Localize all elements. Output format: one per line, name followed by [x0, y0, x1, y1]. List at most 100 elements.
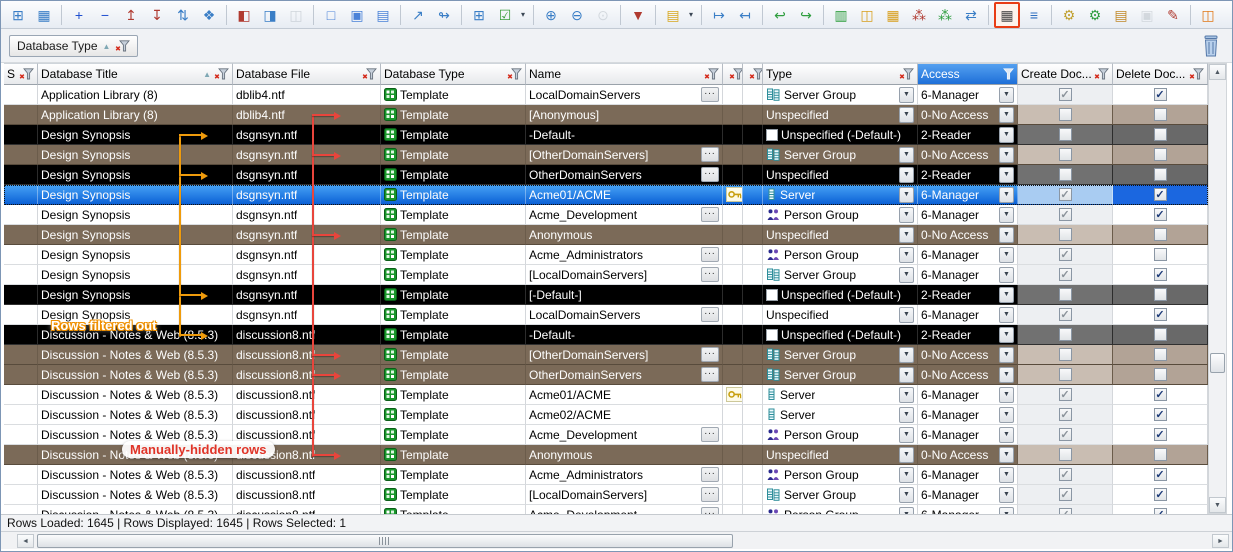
cell-database-type[interactable]: Template	[381, 405, 526, 425]
grid-body[interactable]: Application Library (8)dblib4.ntf Templat…	[4, 85, 1208, 514]
name-ellipsis-button[interactable]: ...	[701, 247, 719, 262]
col-header-delete[interactable]: Delete Doc...	[1113, 63, 1208, 85]
cell-access[interactable]: 0-No Access▼	[918, 105, 1018, 125]
cell-database-title[interactable]: Application Library (8)	[38, 105, 233, 125]
cell-flag-b[interactable]	[743, 85, 763, 105]
cell-flag-b[interactable]	[743, 245, 763, 265]
cell-type[interactable]: Person Group▼	[763, 505, 918, 514]
cell-flag-a[interactable]	[723, 505, 743, 514]
collapse-row-button[interactable]: ↤	[733, 3, 757, 27]
cell-flag-a[interactable]	[723, 445, 743, 465]
cell-name[interactable]: [LocalDomainServers]...	[526, 265, 723, 285]
create-doc-checkbox[interactable]	[1059, 288, 1072, 301]
filter-clear-icon[interactable]	[19, 68, 34, 80]
type-dropdown[interactable]: ▼	[899, 447, 914, 463]
cell-type[interactable]: Server▼	[763, 405, 918, 425]
cell-create-doc[interactable]	[1018, 445, 1113, 465]
type-dropdown[interactable]: ▼	[899, 247, 914, 263]
cell-access[interactable]: 2-Reader▼	[918, 285, 1018, 305]
cell-delete-doc[interactable]	[1113, 365, 1208, 385]
cell-name[interactable]: [OtherDomainServers]...	[526, 345, 723, 365]
type-dropdown[interactable]: ▼	[899, 347, 914, 363]
copy-pages-button[interactable]: ▤	[371, 3, 395, 27]
cell-select[interactable]	[4, 265, 38, 285]
cell-delete-doc[interactable]: ✓	[1113, 425, 1208, 445]
delete-doc-checkbox[interactable]: ✓	[1154, 388, 1167, 401]
cell-database-title[interactable]: Design Synopsis	[38, 305, 233, 325]
cell-database-file[interactable]: dsgnsyn.ntf	[233, 205, 381, 225]
cell-access[interactable]: 0-No Access▼	[918, 365, 1018, 385]
cell-create-doc[interactable]: ✓	[1018, 385, 1113, 405]
cell-access[interactable]: 0-No Access▼	[918, 145, 1018, 165]
cell-create-doc[interactable]	[1018, 125, 1113, 145]
name-ellipsis-button[interactable]: ...	[701, 487, 719, 502]
cell-name[interactable]: Anonymous	[526, 445, 723, 465]
cell-create-doc[interactable]: ✓	[1018, 85, 1113, 105]
cell-type[interactable]: Person Group▼	[763, 205, 918, 225]
gear-verify-button[interactable]: ⚙	[1083, 3, 1107, 27]
cell-select[interactable]	[4, 105, 38, 125]
cell-select[interactable]	[4, 125, 38, 145]
col-header-dbtype[interactable]: Database Type	[381, 63, 526, 85]
cell-database-file[interactable]: dblib4.ntf	[233, 85, 381, 105]
cell-access[interactable]: 6-Manager▼	[918, 505, 1018, 514]
cell-access[interactable]: 6-Manager▼	[918, 265, 1018, 285]
cell-delete-doc[interactable]: ✓	[1113, 485, 1208, 505]
chip-filter-clear-icon[interactable]	[115, 40, 130, 52]
cell-database-type[interactable]: Template	[381, 465, 526, 485]
export-pages-button[interactable]: ↬	[432, 3, 456, 27]
create-doc-checkbox[interactable]	[1059, 168, 1072, 181]
refresh-columns-button[interactable]: ⇅	[171, 3, 195, 27]
access-dropdown[interactable]: ▼	[999, 387, 1014, 403]
cell-database-type[interactable]: Template	[381, 145, 526, 165]
delete-doc-checkbox[interactable]	[1154, 348, 1167, 361]
cell-database-file[interactable]: discussion8.ntf	[233, 365, 381, 385]
cell-name[interactable]: [Anonymous]	[526, 105, 723, 125]
cell-database-title[interactable]: Discussion - Notes & Web (8.5.3)	[38, 505, 233, 514]
scroll-up-button[interactable]: ▲	[1209, 64, 1226, 80]
zoom-find-button[interactable]: ⊖	[565, 3, 589, 27]
cell-flag-b[interactable]	[743, 145, 763, 165]
receive-rows-button[interactable]: ↧	[145, 3, 169, 27]
delete-doc-checkbox[interactable]: ✓	[1154, 408, 1167, 421]
cell-select[interactable]	[4, 145, 38, 165]
table-row[interactable]: Discussion - Notes & Web (8.5.3)discussi…	[4, 405, 1208, 425]
cell-database-type[interactable]: Template	[381, 485, 526, 505]
cell-delete-doc[interactable]	[1113, 445, 1208, 465]
cell-access[interactable]: 2-Reader▼	[918, 325, 1018, 345]
cell-select[interactable]	[4, 305, 38, 325]
cell-flag-b[interactable]	[743, 505, 763, 514]
cell-database-file[interactable]: dsgnsyn.ntf	[233, 225, 381, 245]
type-dropdown[interactable]: ▼	[899, 427, 914, 443]
table-row[interactable]: Application Library (8)dblib4.ntfTemplat…	[4, 105, 1208, 125]
cell-flag-a[interactable]	[723, 465, 743, 485]
cell-type[interactable]: Person Group▼	[763, 425, 918, 445]
table-row[interactable]: Design Synopsisdsgnsyn.ntfTemplateAnonym…	[4, 225, 1208, 245]
zoom-selection-button[interactable]: ⊕	[539, 3, 563, 27]
cell-flag-a[interactable]	[723, 105, 743, 125]
create-doc-checkbox[interactable]: ✓	[1059, 188, 1072, 201]
access-dropdown[interactable]: ▼	[999, 167, 1014, 183]
panel-disabled-button[interactable]: ◫	[284, 3, 308, 27]
cell-delete-doc[interactable]: ✓	[1113, 265, 1208, 285]
horizontal-scroll-thumb[interactable]	[37, 534, 733, 548]
cell-access[interactable]: 6-Manager▼	[918, 405, 1018, 425]
create-doc-checkbox[interactable]	[1059, 368, 1072, 381]
access-dropdown[interactable]: ▼	[999, 227, 1014, 243]
delete-doc-checkbox[interactable]	[1154, 248, 1167, 261]
import-table-button[interactable]: ↪	[794, 3, 818, 27]
cell-delete-doc[interactable]: ✓	[1113, 185, 1208, 205]
delete-doc-checkbox[interactable]: ✓	[1154, 188, 1167, 201]
cell-create-doc[interactable]	[1018, 225, 1113, 245]
cell-delete-doc[interactable]: ✓	[1113, 305, 1208, 325]
cell-database-file[interactable]: dsgnsyn.ntf	[233, 165, 381, 185]
cell-database-type[interactable]: Template	[381, 245, 526, 265]
create-doc-checkbox[interactable]	[1059, 108, 1072, 121]
cell-type[interactable]: Server Group▼	[763, 345, 918, 365]
scroll-right-button[interactable]: ►	[1212, 534, 1229, 548]
table-properties-button[interactable]: ▦	[32, 3, 56, 27]
cell-name[interactable]: -Default-	[526, 325, 723, 345]
cell-type[interactable]: Server Group▼	[763, 85, 918, 105]
create-doc-checkbox[interactable]	[1059, 148, 1072, 161]
access-dropdown[interactable]: ▼	[999, 327, 1014, 343]
